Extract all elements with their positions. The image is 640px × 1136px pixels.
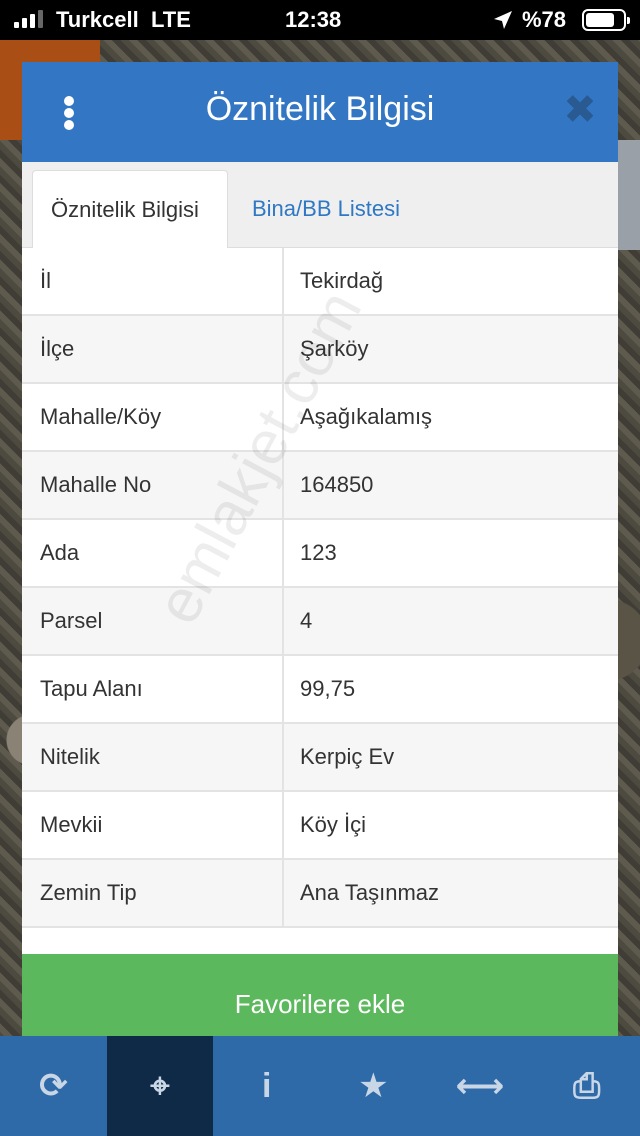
status-bar: Turkcell LTE 12:38 %78 (0, 0, 640, 40)
tab-attribute-info[interactable]: Öznitelik Bilgisi (32, 170, 228, 248)
battery-level (586, 13, 614, 27)
table-row: Parsel 4 (22, 588, 618, 656)
table-row: Mahalle No 164850 (22, 452, 618, 520)
carrier-label: Turkcell LTE (56, 7, 191, 32)
tab-building-list[interactable]: Bina/BB Listesi (234, 170, 418, 248)
attribute-value: 164850 (300, 472, 374, 497)
dialog-header: Öznitelik Bilgisi ✖ (22, 62, 618, 162)
info-icon[interactable]: i (213, 1036, 320, 1136)
attribute-label: İl (22, 248, 284, 314)
map-feature (618, 140, 640, 250)
attribute-value: 4 (300, 608, 313, 633)
attribute-value: Aşağıkalamış (300, 404, 433, 429)
table-row: Zemin Tip Ana Taşınmaz (22, 860, 618, 928)
star-icon[interactable]: ★ (320, 1036, 427, 1136)
attribute-value: Ana Taşınmaz (300, 880, 440, 905)
attribute-value: Kerpiç Ev (300, 744, 395, 769)
clock: 12:38 (285, 7, 342, 32)
dialog-title: Öznitelik Bilgisi (205, 90, 435, 128)
attribute-label: Tapu Alanı (22, 656, 284, 722)
bottom-toolbar: ⟳ ⌖ i ★ ⟷ ⎙ (0, 1036, 640, 1136)
battery-icon (582, 9, 630, 31)
signal-icon (14, 10, 43, 28)
table-row: Mevkii Köy İçi (22, 792, 618, 860)
attribute-dialog: Öznitelik Bilgisi ✖ Öznitelik Bilgisi Bi… (22, 62, 618, 1054)
attribute-label: Nitelik (22, 724, 284, 790)
attribute-label: İlçe (22, 316, 284, 382)
battery-percent: %78 (522, 7, 567, 32)
measure-icon[interactable]: ⟷ (427, 1036, 534, 1136)
close-icon[interactable]: ✖ (562, 90, 598, 130)
attribute-label: Mevkii (22, 792, 284, 858)
crosshair-icon[interactable]: ⌖ (106, 1036, 214, 1136)
attribute-value: 99,75 (300, 676, 356, 701)
table-row: Tapu Alanı 99,75 (22, 656, 618, 724)
table-row: Ada 123 (22, 520, 618, 588)
refresh-icon[interactable]: ⟳ (0, 1036, 107, 1136)
location-arrow-icon (494, 11, 512, 29)
attribute-label: Zemin Tip (22, 860, 284, 926)
attribute-value: Köy İçi (300, 812, 367, 837)
tab-bar: Öznitelik Bilgisi Bina/BB Listesi (22, 162, 618, 248)
print-icon[interactable]: ⎙ (533, 1036, 640, 1136)
attribute-value: 123 (300, 540, 337, 565)
table-row: Nitelik Kerpiç Ev (22, 724, 618, 792)
